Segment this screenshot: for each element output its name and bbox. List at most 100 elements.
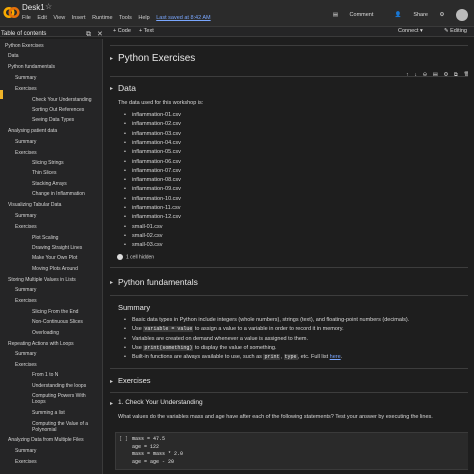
collapse-icon[interactable]: ▸	[110, 55, 113, 62]
file-list-item: inflammation-02.csv	[124, 121, 181, 127]
editing-mode-button[interactable]: ✎ Editing	[444, 28, 467, 34]
toc-item[interactable]: Python Exercises	[5, 43, 44, 49]
add-text-button[interactable]: + Text	[139, 28, 154, 34]
hidden-cells-toggle[interactable]: 1 cell hidden	[117, 254, 154, 260]
toc-item[interactable]: Loops	[32, 399, 46, 405]
toc-item[interactable]: Exercises	[15, 298, 37, 304]
star-icon[interactable]: ☆	[45, 2, 52, 11]
toc-item[interactable]: Summary	[15, 213, 36, 219]
toc-item[interactable]: Thin Slices	[32, 170, 56, 176]
document-title[interactable]: Desk1	[22, 3, 45, 12]
collapse-exercises-icon[interactable]: ▸	[110, 378, 113, 385]
toc-item[interactable]: Storing Multiple Values in Lists	[8, 277, 76, 283]
toc-item[interactable]: Exercises	[15, 362, 37, 368]
colab-logo-icon[interactable]	[3, 4, 20, 21]
toc-item[interactable]: Moving Plots Around	[32, 266, 78, 272]
toc-item[interactable]: Slicing Strings	[32, 160, 64, 166]
menu-tools[interactable]: Tools	[119, 15, 132, 21]
toc-item[interactable]: Understanding the loops	[32, 383, 86, 389]
toc-item[interactable]: Summary	[15, 75, 36, 81]
data-heading: Data	[118, 83, 136, 93]
toc-item[interactable]: Visualizing Tabular Data	[8, 202, 61, 208]
toc-item[interactable]: Non-Continuous Slices	[32, 319, 83, 325]
check-text: What values do the variables mass and ag…	[118, 414, 433, 420]
avatar[interactable]	[456, 9, 468, 21]
menu-view[interactable]: View	[53, 15, 65, 21]
run-cell-button[interactable]: [ ]	[119, 436, 128, 442]
top-actions: ▤ Comment 👤 Share ⚙	[313, 9, 468, 21]
toc-item[interactable]: Data	[8, 53, 19, 59]
toc-item[interactable]: Summary	[15, 287, 36, 293]
close-icon[interactable]: ✕	[97, 31, 103, 38]
menu-runtime[interactable]: Runtime	[92, 15, 112, 21]
toc-item[interactable]: Summary	[15, 351, 36, 357]
toc-item[interactable]: From 1 to N	[32, 372, 58, 378]
menu-bar: File Edit View Insert Runtime Tools Help…	[22, 15, 216, 21]
saved-status-link[interactable]: Last saved at 8:42 AM	[156, 15, 210, 21]
toc-item[interactable]: Analyzing Data from Multiple Files	[8, 437, 84, 443]
summary-bullet-text: Variables are created on demand whenever…	[132, 335, 309, 342]
notebook-app: Desk1 ☆ File Edit View Insert Runtime To…	[0, 0, 474, 474]
collapse-fundamentals-icon[interactable]: ▸	[110, 279, 113, 286]
cell-settings-icon[interactable]: ⚙	[443, 72, 448, 78]
toc-item[interactable]: Exercises	[15, 150, 37, 156]
menu-insert[interactable]: Insert	[72, 15, 86, 21]
toc-item[interactable]: Summary	[15, 448, 36, 454]
menu-help[interactable]: Help	[138, 15, 149, 21]
toc-item[interactable]: Analysing patient data	[8, 128, 57, 134]
summary-bullet-text: to assign a value to a variable in order…	[193, 326, 344, 333]
toc-item[interactable]: Sorting Out References	[32, 107, 84, 113]
open-in-tab-icon[interactable]: ⧉	[86, 31, 91, 38]
toc-item[interactable]: Python fundamentals	[8, 64, 55, 70]
link-icon[interactable]: ⊖	[423, 72, 428, 78]
inline-code: print(something)	[143, 344, 194, 351]
table-of-contents: Python Exercises Data Python fundamentals S…	[0, 39, 103, 474]
move-down-icon[interactable]: ↓	[414, 72, 417, 78]
settings-icon[interactable]: ⚙	[440, 12, 445, 18]
code-line[interactable]: mass = mass * 2.0	[132, 451, 183, 457]
file-list-item: inflammation-03.csv	[124, 131, 181, 137]
file-list-item: inflammation-08.csv	[124, 177, 181, 183]
toc-item[interactable]: Check Your Understanding	[32, 97, 92, 103]
toc-item[interactable]: Repeating Actions with Loops	[8, 341, 74, 347]
comment-cell-icon[interactable]: ▤	[433, 72, 438, 78]
toc-item[interactable]: Change in Inflammation	[32, 191, 85, 197]
toc-item[interactable]: Summary	[15, 139, 36, 145]
toc-item[interactable]: Stacking Arrays	[32, 181, 67, 187]
file-list-item: small-03.csv	[124, 242, 162, 248]
fundamentals-heading: Python fundamentals	[118, 277, 198, 287]
comment-icon: ▤	[332, 12, 340, 19]
summary-bullet-text: Use	[132, 326, 144, 333]
data-intro: The data used for this workshop is:	[118, 100, 204, 106]
add-code-button[interactable]: + Code	[113, 28, 131, 34]
move-up-icon[interactable]: ↑	[406, 72, 409, 78]
code-cell[interactable]: [ ] mass = 47.5 age = 122 mass = mass * 2.…	[115, 432, 470, 470]
toc-item[interactable]: Drawing Straight Lines	[32, 245, 82, 251]
scrollbar[interactable]	[468, 39, 474, 474]
page-title: Python Exercises	[118, 53, 196, 64]
toc-item[interactable]: Exercises	[15, 459, 37, 465]
toc-item[interactable]: Slicing From the End	[32, 309, 78, 315]
code-line[interactable]: age = 122	[132, 444, 159, 450]
collapse-check-icon[interactable]: ▸	[110, 400, 113, 407]
toc-item[interactable]: Summing a list	[32, 410, 65, 416]
toc-item[interactable]: Polynomial	[32, 427, 56, 433]
comment-button[interactable]: ▤ Comment	[323, 12, 374, 18]
mirror-cell-icon[interactable]: ⧉	[454, 72, 458, 78]
expand-icon	[117, 254, 123, 260]
toc-item[interactable]: Make Your Own Plot	[32, 255, 77, 261]
toc-item[interactable]: Overloading	[32, 330, 59, 336]
code-line[interactable]: mass = 47.5	[132, 436, 165, 442]
file-list-item: small-02.csv	[124, 233, 162, 239]
toc-item[interactable]: Exercises	[15, 86, 37, 92]
share-button[interactable]: 👤 Share	[385, 12, 428, 18]
collapse-data-icon[interactable]: ▸	[110, 85, 113, 92]
menu-edit[interactable]: Edit	[37, 15, 46, 21]
code-line[interactable]: age = age - 20	[132, 459, 174, 465]
toc-item[interactable]: Seeing Data Types	[32, 117, 74, 123]
connect-button[interactable]: Connect ▾	[398, 28, 423, 34]
toc-item[interactable]: Exercises	[15, 224, 37, 230]
menu-file[interactable]: File	[22, 15, 31, 21]
toc-item[interactable]: Plot Scaling	[32, 235, 58, 241]
builtin-link[interactable]: here	[330, 354, 341, 360]
